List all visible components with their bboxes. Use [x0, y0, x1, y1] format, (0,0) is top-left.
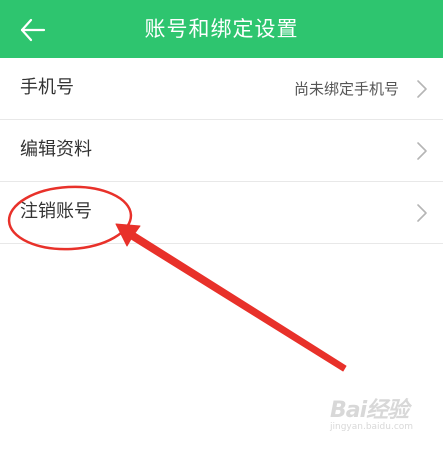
chevron-right-icon: [415, 202, 429, 224]
settings-row-phone[interactable]: 手机号 尚未绑定手机号: [0, 58, 443, 120]
phone-status: 尚未绑定手机号: [293, 80, 399, 98]
edit-profile-label: 编辑资料: [20, 139, 92, 160]
watermark: Bai经验 jingyan.baidu.com: [330, 392, 440, 442]
settings-row-edit-profile[interactable]: 编辑资料: [0, 120, 443, 182]
chevron-right-icon: [415, 78, 429, 100]
settings-list: 手机号 尚未绑定手机号 编辑资料 注销账号: [0, 58, 443, 244]
settings-row-deactivate-account[interactable]: 注销账号: [0, 182, 443, 244]
watermark-site: jingyan.baidu.com: [330, 422, 414, 432]
phone-label: 手机号: [20, 77, 74, 98]
annotation-arrow: [115, 223, 347, 372]
watermark-brand: Bai经验: [330, 398, 409, 423]
chevron-right-icon: [415, 140, 429, 162]
deactivate-account-label: 注销账号: [20, 201, 92, 222]
page-title: 账号和绑定设置: [144, 17, 299, 41]
app-header: 账号和绑定设置: [0, 0, 443, 58]
